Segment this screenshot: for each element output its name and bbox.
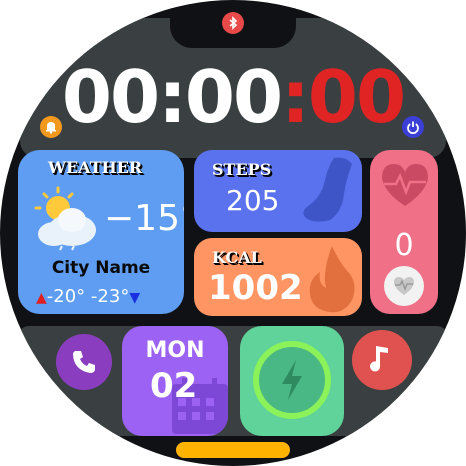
heart-rate-tile[interactable]: 0 [370, 150, 438, 314]
weather-high: -20° [46, 286, 86, 307]
heart-measure-button[interactable] [384, 266, 424, 306]
time-hours-minutes: 00:00 [61, 55, 283, 139]
cloud-sun-icon [34, 186, 96, 251]
arrow-up-icon: ▲ [36, 290, 47, 306]
heart-icon [394, 277, 414, 295]
heart-pulse-icon [382, 164, 428, 206]
phone-icon [73, 351, 95, 373]
battery-ring [253, 341, 331, 419]
arrow-down-icon: ▼ [129, 290, 141, 306]
time-seconds: 00 [307, 55, 406, 139]
music-note-icon [370, 346, 388, 372]
weather-low: -23° [90, 286, 130, 307]
steps-tile[interactable]: STEPS 205 [194, 150, 362, 232]
weather-tile[interactable]: WEATHER −15° City Name ▲-20° -23°▼ [18, 150, 184, 314]
date-weekday: MON [145, 338, 205, 363]
digital-time: 00:00:00 [0, 52, 466, 142]
shoe-icon [303, 157, 352, 222]
heart-rate-value: 0 [394, 228, 414, 263]
weather-city: City Name [51, 258, 151, 278]
battery-charge-tile[interactable] [240, 326, 344, 436]
kcal-tile[interactable]: KCAL 1002 [194, 238, 362, 316]
flame-icon [309, 246, 355, 313]
date-day: 02 [150, 366, 198, 406]
phone-button[interactable] [56, 334, 112, 390]
kcal-value: 1002 [208, 268, 303, 308]
weather-title: WEATHER [48, 158, 143, 177]
kcal-title: KCAL [212, 248, 262, 267]
time-separator: : [281, 55, 310, 139]
weather-high-low: ▲-20° -23°▼ [36, 286, 140, 307]
bluetooth-icon[interactable] [222, 12, 244, 34]
weather-temperature: −15° [104, 198, 184, 239]
steps-value: 205 [226, 184, 280, 217]
watch-face: 00:00:00 WEATHER −15° City Name ▲-20° -2… [0, 0, 466, 466]
date-tile[interactable]: MON 02 [122, 326, 228, 436]
steps-title: STEPS [212, 160, 272, 179]
music-button[interactable] [352, 330, 412, 390]
bottom-indicator-bar [176, 442, 290, 458]
